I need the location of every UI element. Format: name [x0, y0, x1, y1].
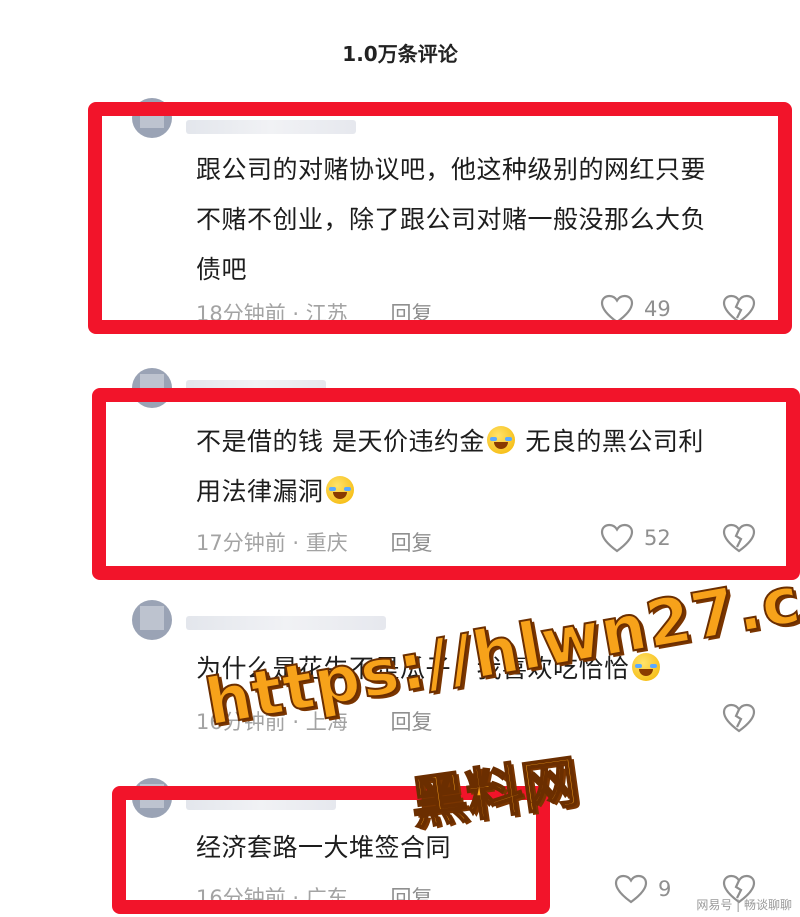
comment-text: 跟公司的对赌协议吧，他这种级别的网红只要 不赌不创业，除了跟公司对赌一般没那么大… [196, 155, 707, 284]
dislike-button[interactable] [722, 703, 756, 737]
avatar[interactable] [132, 368, 172, 408]
broken-heart-icon [722, 523, 756, 553]
heart-icon [600, 523, 634, 553]
comment-location: 重庆 [305, 531, 348, 555]
reply-button[interactable]: 回复 [390, 710, 432, 734]
username[interactable] [186, 380, 326, 394]
dislike-button[interactable] [722, 523, 756, 557]
dislike-button[interactable] [722, 294, 756, 328]
comment-time: 18分钟前 [196, 302, 286, 326]
like-count: 9 [658, 877, 672, 901]
laugh-cry-emoji-icon [486, 426, 515, 454]
avatar[interactable] [132, 600, 172, 640]
reply-button[interactable]: 回复 [390, 531, 432, 555]
reply-button[interactable]: 回复 [390, 302, 432, 326]
reply-button[interactable]: 回复 [390, 886, 432, 910]
comment-text: 经济套路一大堆签合同 [196, 833, 452, 862]
watermark-url: https://hlwn27.com [199, 543, 800, 742]
like-count: 52 [644, 526, 671, 550]
heart-icon [614, 874, 648, 904]
comment-meta: 18分钟前 · 江苏 回复 [196, 302, 433, 326]
comment-location: 江苏 [305, 302, 348, 326]
comment-time: 17分钟前 [196, 531, 286, 555]
comment-time: 16分钟前 [196, 886, 286, 910]
avatar[interactable] [132, 778, 172, 818]
comment-location: 广东 [305, 886, 348, 910]
heart-icon [600, 294, 634, 324]
username[interactable] [186, 796, 336, 810]
username[interactable] [186, 616, 386, 630]
comment-text: 不是借的钱 是天价违约金 无良的黑公司利 用法律漏洞 [196, 426, 704, 506]
like-button[interactable]: 49 [600, 294, 671, 324]
comment-meta: 16分钟前 · 广东 回复 [196, 886, 433, 910]
laugh-cry-emoji-icon [325, 476, 354, 504]
corner-mark: 网易号 | 畅谈聊聊 [696, 898, 792, 912]
broken-heart-icon [722, 294, 756, 324]
like-count: 49 [644, 297, 671, 321]
like-button[interactable]: 52 [600, 523, 671, 553]
username[interactable] [186, 120, 356, 134]
avatar[interactable] [132, 98, 172, 138]
broken-heart-icon [722, 703, 756, 733]
like-button[interactable]: 9 [614, 874, 671, 904]
comments-header: 1.0万条评论 [342, 42, 458, 66]
comment-meta: 17分钟前 · 重庆 回复 [196, 531, 433, 555]
